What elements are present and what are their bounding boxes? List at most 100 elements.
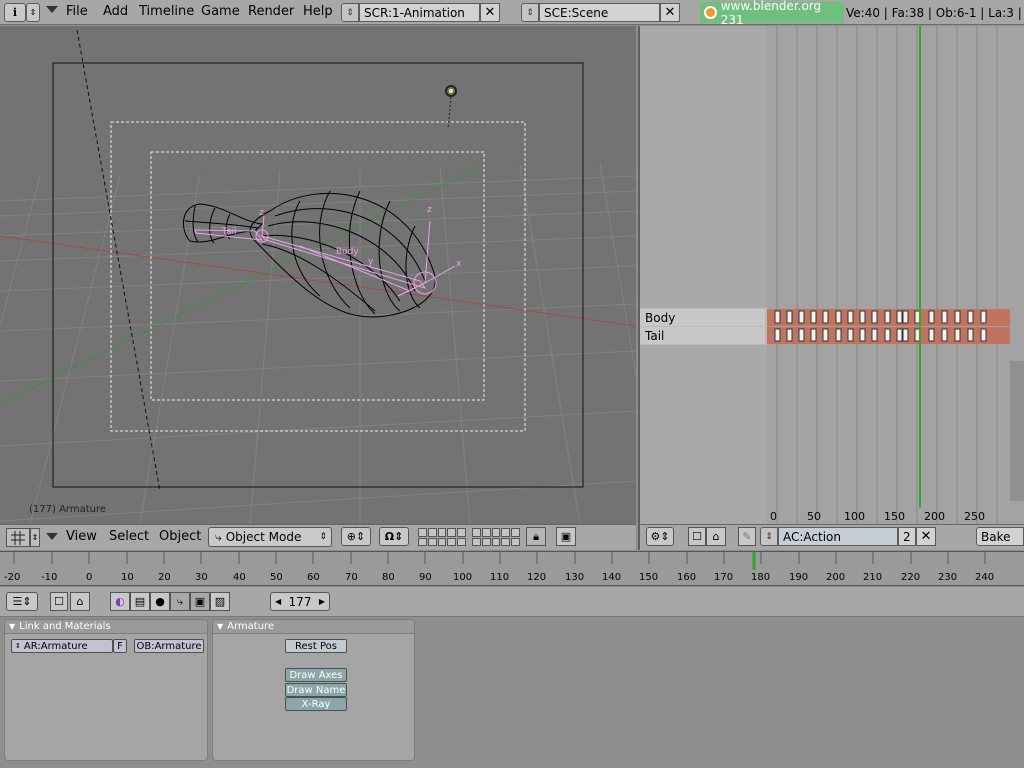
armature-data-field[interactable]: ⇕ AR:Armature bbox=[11, 639, 113, 653]
menu-render[interactable]: Render bbox=[248, 4, 294, 19]
collapse-menu-icon[interactable] bbox=[46, 6, 58, 13]
ruler-tick: 160 bbox=[677, 572, 697, 583]
screen-name-field[interactable]: SCR:1-Animation bbox=[359, 3, 480, 22]
scene-delete-icon[interactable]: ✕ bbox=[660, 3, 680, 22]
rest-pos-toggle[interactable]: Rest Pos bbox=[285, 639, 347, 653]
home-icon[interactable]: ⌂ bbox=[70, 592, 90, 611]
menu-object[interactable]: Object bbox=[159, 529, 201, 544]
action-delete-icon[interactable]: ✕ bbox=[916, 527, 936, 546]
scene-stats: Ve:40 | Fa:38 | Ob:6-1 | La:3 | bbox=[844, 2, 1024, 23]
object-name-field[interactable]: OB:Armature bbox=[134, 639, 204, 653]
bake-button[interactable]: Bake bbox=[976, 527, 1024, 546]
ruler-tick: 130 bbox=[565, 572, 585, 583]
frame-axis: 0 50 100 150 200 250 bbox=[765, 508, 1024, 524]
increment-arrow-icon[interactable]: ▶ bbox=[319, 597, 325, 606]
frame-tick: 150 bbox=[884, 510, 905, 523]
ruler-tick: 230 bbox=[938, 572, 958, 583]
logic-icon[interactable]: ◐ bbox=[110, 592, 130, 611]
bone-label-z1: z bbox=[259, 208, 264, 218]
menu-timeline[interactable]: Timeline bbox=[139, 4, 194, 19]
dropdown-arrow-icon: ⇕ bbox=[319, 532, 327, 542]
menu-view[interactable]: View bbox=[66, 529, 97, 544]
action-users-count[interactable]: 2 bbox=[898, 527, 916, 546]
scene-browse-icon[interactable]: ⇕ bbox=[521, 3, 539, 22]
fish-mesh[interactable] bbox=[182, 190, 436, 318]
timeline-ruler[interactable]: -20 -10 0 10 20 30 40 50 60 70 80 90 100… bbox=[0, 551, 1024, 586]
scrollbar[interactable] bbox=[1010, 361, 1024, 501]
script-icon[interactable]: ▤ bbox=[130, 592, 150, 611]
safe-area-outer bbox=[110, 121, 526, 432]
lamp-line bbox=[447, 96, 452, 130]
draw-axes-toggle[interactable]: Draw Axes bbox=[285, 668, 347, 682]
panel-title[interactable]: ▼ Link and Materials bbox=[5, 620, 207, 634]
buttons-window-icon[interactable]: ☰⇕ bbox=[6, 592, 38, 611]
bone-label-y: y bbox=[368, 257, 374, 267]
browse-arrow-icon[interactable]: ⇕ bbox=[15, 642, 21, 650]
pin-icon[interactable]: ✎ bbox=[738, 527, 756, 546]
panel-title[interactable]: ▼ Armature bbox=[213, 620, 414, 634]
render-preview-icon[interactable]: ▣ bbox=[556, 527, 576, 546]
fake-user-button[interactable]: F bbox=[113, 639, 127, 653]
floor-grid bbox=[0, 162, 636, 524]
menu-select[interactable]: Select bbox=[109, 529, 149, 544]
channel-body[interactable]: Body bbox=[640, 309, 765, 326]
pivot-icon[interactable]: ⊕⇕ bbox=[341, 527, 371, 546]
axis-z-label: z bbox=[427, 205, 432, 215]
ruler-tick: -10 bbox=[41, 572, 58, 583]
ruler-tick: 60 bbox=[307, 572, 320, 583]
collapse-triangle-icon[interactable]: ▼ bbox=[9, 622, 15, 631]
editing-icon[interactable]: ▣ bbox=[190, 592, 210, 611]
ruler-tick: 10 bbox=[121, 572, 134, 583]
xray-toggle[interactable]: X-Ray bbox=[285, 697, 347, 711]
screen-browse-icon[interactable]: ⇕ bbox=[341, 3, 359, 22]
current-frame-field[interactable]: ◀ 177 ▶ bbox=[270, 592, 330, 611]
ruler-tick: 30 bbox=[195, 572, 208, 583]
window-type-arrow-icon[interactable]: ⇕ bbox=[30, 528, 40, 547]
decrement-arrow-icon[interactable]: ◀ bbox=[275, 597, 281, 606]
action-name-field[interactable]: AC:Action bbox=[778, 527, 898, 546]
screen-delete-icon[interactable]: ✕ bbox=[480, 3, 500, 22]
lamp-center bbox=[449, 89, 453, 93]
ruler-tick: 150 bbox=[639, 572, 659, 583]
ruler-tick: 20 bbox=[158, 572, 171, 583]
menu-help[interactable]: Help bbox=[303, 4, 333, 19]
home-icon[interactable]: ⌂ bbox=[706, 527, 726, 546]
ruler-tick: 200 bbox=[826, 572, 846, 583]
camera-frame bbox=[52, 62, 584, 488]
manipulator-icon[interactable]: Ω⇕ bbox=[379, 527, 409, 546]
mode-selector[interactable]: ⤷ Object Mode ⇕ bbox=[208, 527, 332, 547]
scene-icon[interactable]: ▨ bbox=[210, 592, 230, 611]
frame-value: 177 bbox=[288, 594, 312, 609]
3d-viewport[interactable]: Body y Tail z z x bbox=[0, 26, 636, 524]
frame-tick: 250 bbox=[964, 510, 985, 523]
collapse-menu-icon[interactable] bbox=[46, 533, 58, 540]
info-icon[interactable]: i bbox=[4, 3, 26, 22]
ruler-tick: -20 bbox=[4, 572, 21, 583]
lock-icon[interactable]: 🔒︎ bbox=[526, 527, 546, 546]
menu-game[interactable]: Game bbox=[201, 4, 240, 19]
action-editor[interactable] bbox=[638, 26, 1024, 550]
channel-tail[interactable]: Tail bbox=[640, 327, 765, 344]
ruler-tick: 140 bbox=[602, 572, 622, 583]
ruler-tick: 170 bbox=[714, 572, 734, 583]
frame-tick: 0 bbox=[770, 510, 777, 523]
action-browse-icon[interactable]: ⇕ bbox=[760, 527, 778, 546]
window-type-arrow-icon[interactable]: ⇕ bbox=[26, 3, 40, 22]
window-icon[interactable]: ☐ bbox=[688, 527, 706, 546]
collapse-triangle-icon[interactable]: ▼ bbox=[217, 622, 223, 631]
layer-buttons-1[interactable] bbox=[418, 528, 466, 546]
frame-tick: 50 bbox=[807, 510, 821, 523]
ruler-tick: 110 bbox=[490, 572, 510, 583]
object-icon[interactable]: ⤷ bbox=[170, 592, 190, 611]
menu-add[interactable]: Add bbox=[103, 4, 128, 19]
action-editor-type-icon[interactable]: ⚙⇕ bbox=[646, 527, 674, 546]
scene-name-field[interactable]: SCE:Scene bbox=[539, 3, 660, 22]
draw-name-toggle[interactable]: Draw Name bbox=[285, 683, 347, 697]
ruler-tick: 100 bbox=[453, 572, 473, 583]
ruler-tick: 50 bbox=[270, 572, 283, 583]
window-icon[interactable]: ☐ bbox=[50, 592, 68, 611]
layer-buttons-2[interactable] bbox=[472, 528, 520, 546]
shading-icon[interactable]: ● bbox=[150, 592, 170, 611]
menu-file[interactable]: File bbox=[66, 4, 88, 19]
grid-view-icon[interactable] bbox=[6, 528, 30, 547]
